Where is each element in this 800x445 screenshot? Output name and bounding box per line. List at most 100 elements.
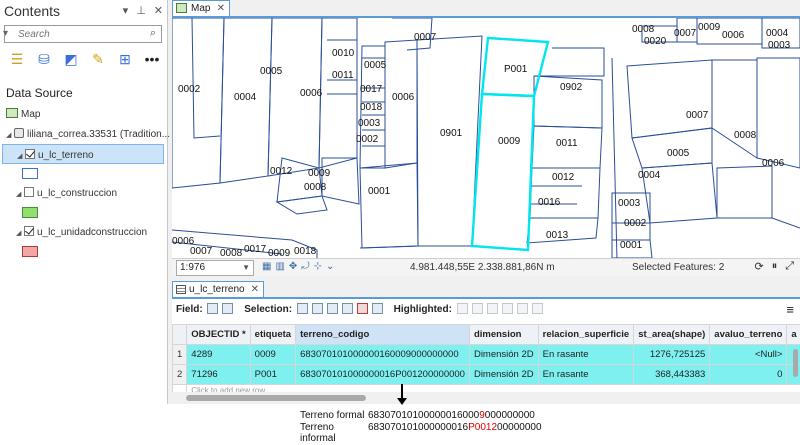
close-icon[interactable]: ✕ <box>154 4 163 17</box>
rotate-icon[interactable]: ⤾ <box>301 261 309 272</box>
selected-features-count[interactable]: Selected Features: 2 <box>632 262 724 273</box>
parcel-polygon[interactable] <box>384 39 418 169</box>
tree-item-map[interactable]: Map <box>0 104 166 124</box>
parcel-label: 0006 <box>762 158 785 169</box>
pause-icon[interactable]: ⏸ <box>772 260 778 273</box>
parcel-label: 0020 <box>644 36 667 47</box>
layer-item-construccion[interactable]: ◢ u_lc_construccion <box>0 183 166 203</box>
table-row[interactable]: 2 71296 P001 683070101000000016P00120000… <box>171 364 800 385</box>
highlight-tool-icon[interactable] <box>501 303 513 314</box>
snapping-icon[interactable]: ⊹ <box>314 261 322 272</box>
selected-parcel-0009[interactable] <box>470 92 536 252</box>
parcel-label: 0017 <box>360 84 383 95</box>
layer-visibility-checkbox[interactable] <box>25 149 35 159</box>
pin-icon[interactable]: ⊥ <box>136 4 146 17</box>
parcel-polygon[interactable] <box>321 157 360 205</box>
layer-item-terreno[interactable]: ◢ u_lc_terreno <box>2 144 164 164</box>
layer-visibility-checkbox[interactable] <box>24 187 34 197</box>
table-icon <box>176 285 186 294</box>
tree-item-database[interactable]: ◢ liliana_correa.33531 (Tradition... <box>0 124 170 146</box>
parcel-polygon[interactable] <box>756 57 800 169</box>
highlight-tool-icon[interactable] <box>531 303 543 314</box>
layer-visibility-checkbox[interactable] <box>24 226 34 236</box>
parcel-label: 0001 <box>368 186 391 197</box>
parcel-polygon[interactable] <box>359 162 419 249</box>
parcel-label: 0001 <box>620 240 643 251</box>
copy-selection-icon[interactable] <box>371 303 383 314</box>
column-header[interactable]: dimension <box>468 324 539 345</box>
scale-selector[interactable]: 1:976 ▼ <box>176 260 254 276</box>
more-icon[interactable]: ••• <box>143 50 161 68</box>
tab-attribute-table[interactable]: u_lc_terreno ✕ <box>172 281 264 297</box>
zoom-to-selection-icon[interactable] <box>311 303 323 314</box>
column-header[interactable]: etiqueta <box>249 324 297 345</box>
collapse-icon[interactable]: ◢ <box>16 224 24 244</box>
parcel-polygon[interactable] <box>716 165 773 219</box>
parcel-polygon[interactable] <box>191 18 221 139</box>
collapse-icon[interactable]: ◢ <box>6 126 14 146</box>
column-header[interactable]: OBJECTID * <box>186 324 251 345</box>
table-icon[interactable]: ▥ <box>275 261 284 272</box>
snapping-icon[interactable]: ⊞ <box>116 50 134 68</box>
calculate-field-icon[interactable] <box>222 303 234 314</box>
editing-icon[interactable]: ✎ <box>89 50 107 68</box>
filter-icon[interactable]: ▾ <box>3 28 8 39</box>
parcel-label: 0005 <box>667 148 690 159</box>
parcel-polygon[interactable] <box>626 59 713 139</box>
layer-item-unidadconstruccion[interactable]: ◢ u_lc_unidadconstruccion <box>0 222 166 242</box>
parcel-map[interactable]: 0007 0010 0011 0005 0005 0017 0018 0003 … <box>172 18 800 258</box>
parcel-label: 0004 <box>766 28 789 39</box>
collapse-icon[interactable]: ◢ <box>16 185 24 205</box>
select-by-attributes-icon[interactable] <box>296 303 308 314</box>
clear-selection-icon[interactable] <box>341 303 353 314</box>
parcel-label: 0002 <box>356 134 379 145</box>
selection-icon[interactable]: ◩ <box>62 50 80 68</box>
parcel-polygon[interactable] <box>711 59 758 159</box>
parcel-polygon[interactable] <box>275 195 328 215</box>
refresh-icon[interactable]: ⟳ <box>754 260 763 273</box>
highlight-tool-icon[interactable] <box>516 303 528 314</box>
symbol-swatch-terreno[interactable] <box>22 168 38 179</box>
highlight-tool-icon[interactable] <box>471 303 483 314</box>
highlight-tool-icon[interactable] <box>456 303 468 314</box>
parcel-polygon[interactable] <box>276 157 323 203</box>
search-input[interactable] <box>5 26 135 42</box>
parcel-label: 0902 <box>560 82 583 93</box>
data-source-icon[interactable]: ⛁ <box>35 50 53 68</box>
parcel-label: P001 <box>504 64 528 75</box>
parcel-label: 0017 <box>244 244 267 255</box>
column-header[interactable]: st_area(shape) <box>633 324 711 345</box>
dropdown-icon[interactable]: ▾ <box>123 4 129 17</box>
column-header[interactable]: a <box>786 324 800 345</box>
chevron-down-icon[interactable]: ⌄ <box>326 261 334 272</box>
map-view[interactable]: 0007 0010 0011 0005 0005 0017 0018 0003 … <box>172 16 800 258</box>
draw-order-icon[interactable]: ☰ <box>8 50 26 68</box>
switch-selection-icon[interactable] <box>326 303 338 314</box>
column-header[interactable]: relacion_superficie <box>537 324 635 345</box>
column-header[interactable]: avaluo_terreno <box>709 324 788 345</box>
vertical-scrollbar[interactable] <box>792 347 800 391</box>
collapse-icon[interactable]: ◢ <box>17 147 25 167</box>
menu-icon[interactable]: ≡ <box>786 299 794 321</box>
grid-icon[interactable]: ▦ <box>262 261 271 272</box>
column-header[interactable]: terreno_codigo <box>295 324 470 345</box>
highlight-tool-icon[interactable] <box>486 303 498 314</box>
horizontal-scrollbar[interactable] <box>172 392 800 404</box>
parcel-label: 0008 <box>304 182 327 193</box>
parcel-polygon[interactable] <box>416 35 483 247</box>
close-icon[interactable]: ✕ <box>251 282 259 297</box>
parcel-polygon[interactable] <box>172 18 225 189</box>
parcel-polygon[interactable] <box>359 245 472 249</box>
contents-title: Contents <box>4 3 61 19</box>
pan-icon[interactable]: ✥ <box>289 261 297 272</box>
symbol-swatch-construccion[interactable] <box>22 207 38 218</box>
symbol-swatch-unidadconstruccion[interactable] <box>22 246 38 257</box>
tab-map[interactable]: Map ✕ <box>172 0 230 16</box>
table-row[interactable]: 1 4289 0009 6830701010000001600090000000… <box>171 344 800 365</box>
delete-selection-icon[interactable] <box>356 303 368 314</box>
add-field-icon[interactable] <box>207 303 219 314</box>
search-icon[interactable]: ⌕ <box>150 27 156 40</box>
close-icon[interactable]: ✕ <box>217 1 225 16</box>
parcel-label: 0007 <box>190 246 213 257</box>
zoom-extent-icon[interactable]: ⤢ <box>785 260 794 273</box>
